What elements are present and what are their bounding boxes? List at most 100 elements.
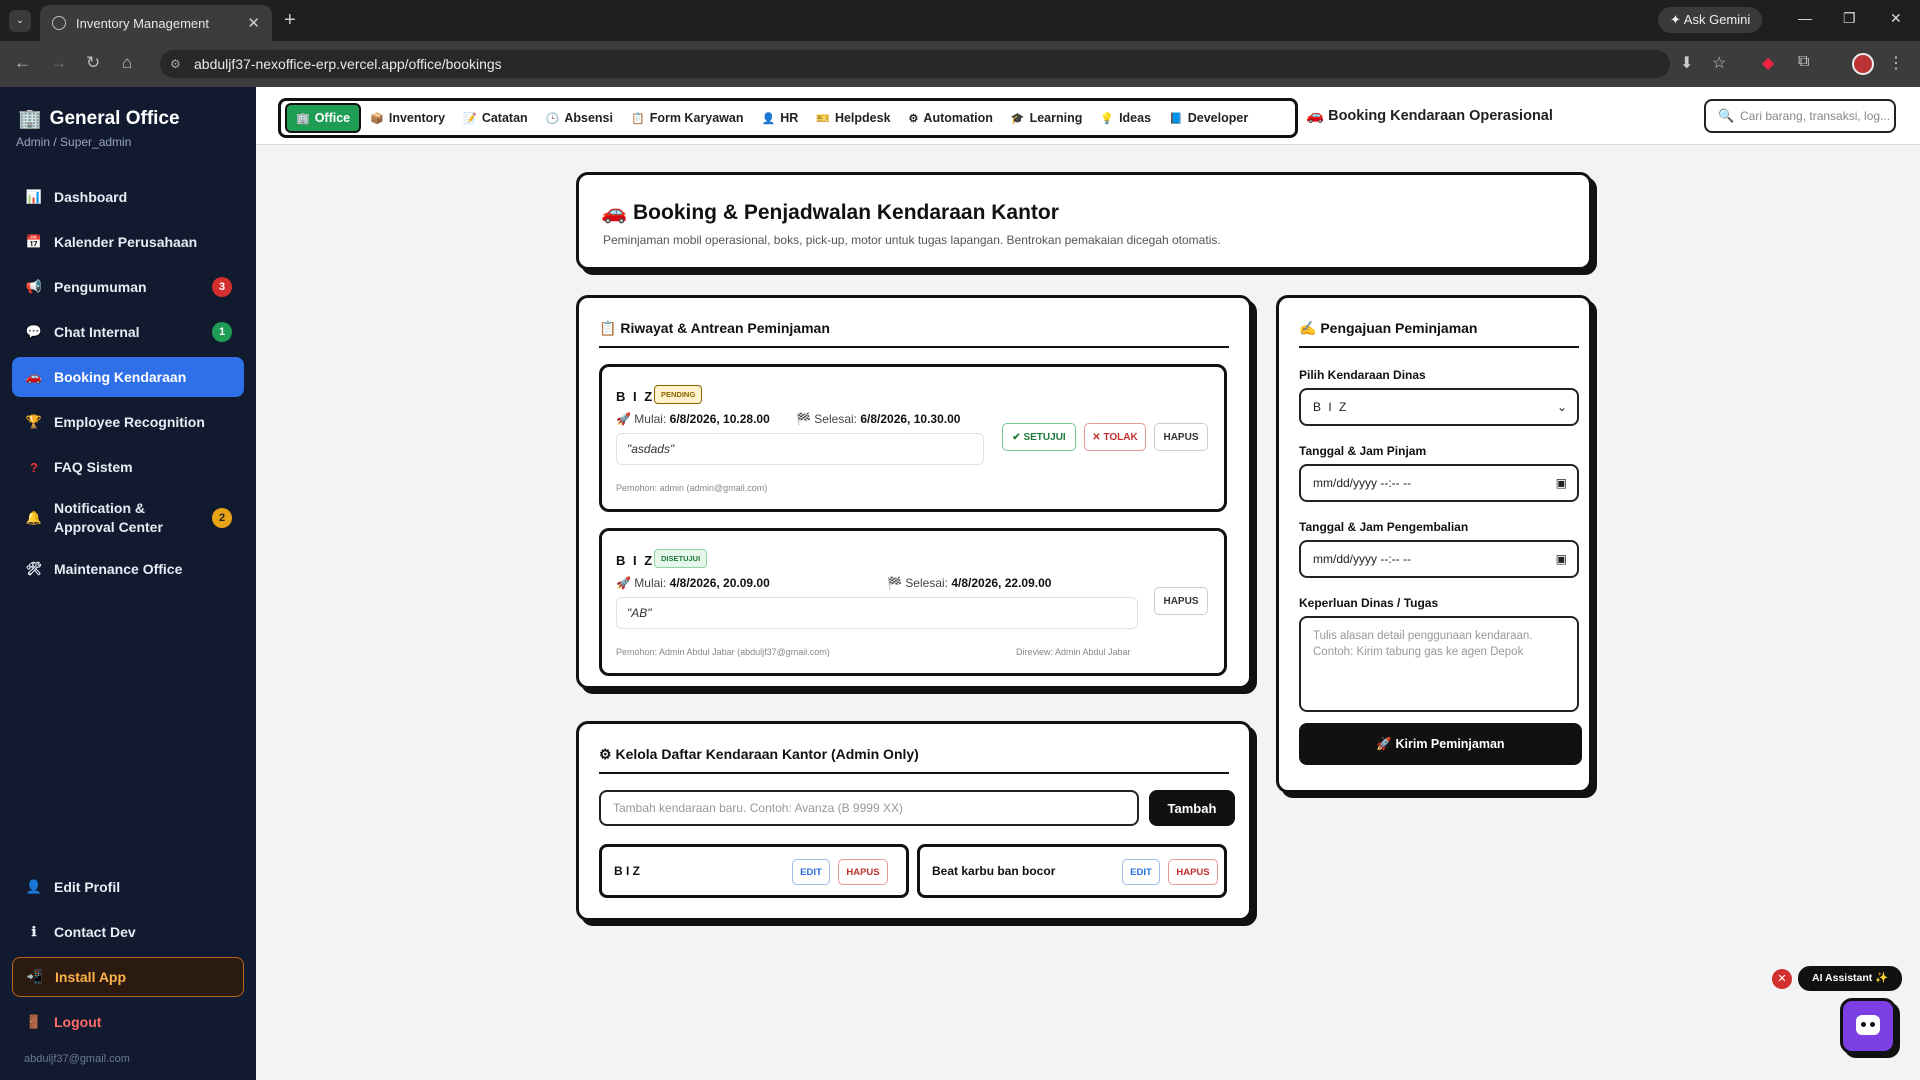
tab-office[interactable]: 🏢 Office (285, 103, 362, 133)
ai-assistant-label[interactable]: AI Assistant ✨ (1798, 966, 1903, 991)
book-icon: 📘 (1169, 112, 1183, 125)
tab-search-button[interactable]: ⌄ (9, 10, 31, 32)
sidebar-item-maintenance[interactable]: 🛠 Maintenance Office (12, 549, 244, 589)
end-label: Selesai: (905, 576, 948, 590)
tab-automation[interactable]: ⚙ Automation (900, 103, 1002, 133)
home-icon[interactable]: ⌂ (122, 53, 132, 73)
tab-inventory[interactable]: 📦 Inventory (361, 103, 454, 133)
back-icon[interactable]: ← (14, 53, 31, 73)
window-close-icon[interactable]: ✕ (1890, 10, 1902, 27)
sidebar-item-kalender[interactable]: 📅 Kalender Perusahaan (12, 222, 244, 262)
tab-learning[interactable]: 🎓 Learning (1002, 103, 1092, 133)
vehicle-select[interactable]: B I Z ⌄ (1299, 388, 1579, 426)
history-card: 📋 Riwayat & Antrean Peminjaman B I Z PEN… (576, 295, 1252, 689)
sidebar-item-label: Dashboard (54, 189, 128, 205)
search-input[interactable]: 🔍 Cari barang, transaksi, log... (1704, 99, 1896, 133)
submit-booking-button[interactable]: 🚀 Kirim Peminjaman (1299, 723, 1582, 765)
chart-icon: 📊 (25, 189, 43, 204)
ticket-icon: 🎫 (816, 112, 830, 125)
extensions-icon[interactable]: ⧉ (1798, 53, 1809, 71)
start-value: 4/8/2026, 20.09.00 (669, 576, 770, 590)
url-field[interactable]: ⚙ abduljf37-nexoffice-erp.vercel.app/off… (160, 50, 1670, 78)
add-vehicle-button[interactable]: Tambah (1149, 790, 1235, 826)
install-app-button[interactable]: 📲 Install App (12, 957, 244, 997)
vehicle-card: B I Z EDIT HAPUS (599, 844, 909, 898)
profile-avatar[interactable] (1852, 53, 1874, 75)
tab-absensi[interactable]: 🕒 Absensi (537, 103, 622, 133)
tab-helpdesk[interactable]: 🎫 Helpdesk (807, 103, 899, 133)
booking-requester: Pemohon: Admin Abdul Jabar (abduljf37@gm… (616, 647, 830, 657)
tab-developer[interactable]: 📘 Developer (1160, 103, 1257, 133)
reject-button[interactable]: ✕ TOLAK (1084, 423, 1146, 451)
brand: 🏢 General Office (18, 107, 180, 131)
restore-icon[interactable]: ❐ (1843, 10, 1856, 27)
fleet-title-text: Kelola Daftar Kendaraan Kantor (Admin On… (615, 746, 919, 762)
sidebar-item-chat[interactable]: 💬 Chat Internal 1 (12, 312, 244, 352)
calendar-icon[interactable]: ▣ (1556, 542, 1567, 576)
sidebar-item-contact-dev[interactable]: ℹ Contact Dev (12, 912, 244, 952)
megaphone-icon: 📢 (25, 279, 43, 294)
end-value: 6/8/2026, 10.30.00 (860, 412, 961, 426)
bookmark-star-icon[interactable]: ☆ (1712, 53, 1726, 73)
vehicle-card: Beat karbu ban bocor EDIT HAPUS (917, 844, 1227, 898)
site-settings-icon[interactable]: ⚙ (170, 50, 181, 78)
sidebar-item-booking[interactable]: 🚗 Booking Kendaraan (12, 357, 244, 397)
close-assistant-icon[interactable]: ✕ (1772, 969, 1792, 989)
sidebar-item-dashboard[interactable]: 📊 Dashboard (12, 177, 244, 217)
sidebar-item-notification[interactable]: 🔔 Notification & Approval Center 2 (12, 492, 244, 544)
reload-icon[interactable]: ↻ (86, 53, 100, 73)
start-label: Mulai: (634, 576, 667, 590)
add-vehicle-input[interactable]: Tambah kendaraan baru. Contoh: Avanza (B… (599, 790, 1139, 826)
start-datetime-input[interactable]: mm/dd/yyyy --:-- -- ▣ (1299, 464, 1579, 502)
sidebar-item-edit-profil[interactable]: 👤 Edit Profil (12, 867, 244, 907)
approve-button[interactable]: ✔ SETUJUI (1002, 423, 1076, 451)
rocket-icon: 🚀 (1376, 736, 1392, 751)
calendar-icon: 📅 (25, 234, 43, 249)
ai-assistant-button[interactable] (1840, 998, 1896, 1054)
tab-ideas[interactable]: 💡 Ideas (1091, 103, 1160, 133)
edit-vehicle-button[interactable]: EDIT (1122, 859, 1160, 885)
logout-icon: 🚪 (25, 1014, 43, 1029)
tab-catatan[interactable]: 📝 Catatan (454, 103, 537, 133)
delete-button[interactable]: HAPUS (1154, 423, 1208, 451)
tab-label: Form Karyawan (649, 111, 744, 125)
edit-vehicle-button[interactable]: EDIT (792, 859, 830, 885)
delete-vehicle-button[interactable]: HAPUS (838, 859, 888, 885)
vehicle-select-label: Pilih Kendaraan Dinas (1299, 368, 1426, 382)
clipboard-icon: 📋 (599, 320, 617, 336)
install-icon[interactable]: ⬇ (1680, 53, 1693, 73)
ask-gemini-button[interactable]: ✦ Ask Gemini (1658, 7, 1763, 33)
browser-tab[interactable]: Inventory Management ✕ (40, 5, 272, 41)
start-label: Mulai: (634, 412, 667, 426)
sidebar-item-label: Install App (55, 969, 127, 985)
tab-hr[interactable]: 👤 HR (752, 103, 807, 133)
delete-button[interactable]: HAPUS (1154, 587, 1208, 615)
count-badge: 1 (212, 322, 232, 342)
add-vehicle-placeholder: Tambah kendaraan baru. Contoh: Avanza (B… (613, 801, 903, 815)
divider (599, 772, 1229, 774)
purpose-textarea[interactable]: Tulis alasan detail penggunaan kendaraan… (1299, 616, 1579, 712)
form-title-text: Pengajuan Peminjaman (1320, 320, 1478, 336)
sidebar-item-recognition[interactable]: 🏆 Employee Recognition (12, 402, 244, 442)
logout-button[interactable]: 🚪 Logout (12, 1002, 244, 1042)
fleet-card: ⚙ Kelola Daftar Kendaraan Kantor (Admin … (576, 721, 1252, 921)
forward-icon[interactable]: → (50, 53, 67, 73)
tab-form-karyawan[interactable]: 📋 Form Karyawan (622, 103, 752, 133)
end-datetime-input[interactable]: mm/dd/yyyy --:-- -- ▣ (1299, 540, 1579, 578)
calendar-icon[interactable]: ▣ (1556, 466, 1567, 500)
tab-label: Catatan (481, 111, 528, 125)
person-icon: 👤 (761, 112, 776, 125)
url-text: abduljf37-nexoffice-erp.vercel.app/offic… (194, 56, 502, 72)
sidebar-item-pengumuman[interactable]: 📢 Pengumuman 3 (12, 267, 244, 307)
minimize-icon[interactable]: — (1798, 10, 1812, 26)
delete-vehicle-button[interactable]: HAPUS (1168, 859, 1218, 885)
browser-menu-icon[interactable]: ⋮ (1888, 53, 1904, 73)
close-tab-icon[interactable]: ✕ (247, 14, 260, 32)
sidebar-item-label: Booking Kendaraan (54, 369, 187, 385)
new-tab-button[interactable]: + (284, 9, 296, 32)
extension-brave-icon[interactable]: ◆ (1762, 53, 1774, 73)
divider (599, 346, 1229, 348)
search-icon: 🔍 (1718, 108, 1735, 123)
sidebar-item-faq[interactable]: ? FAQ Sistem (12, 447, 244, 487)
booking-note: "AB" (616, 597, 1138, 629)
